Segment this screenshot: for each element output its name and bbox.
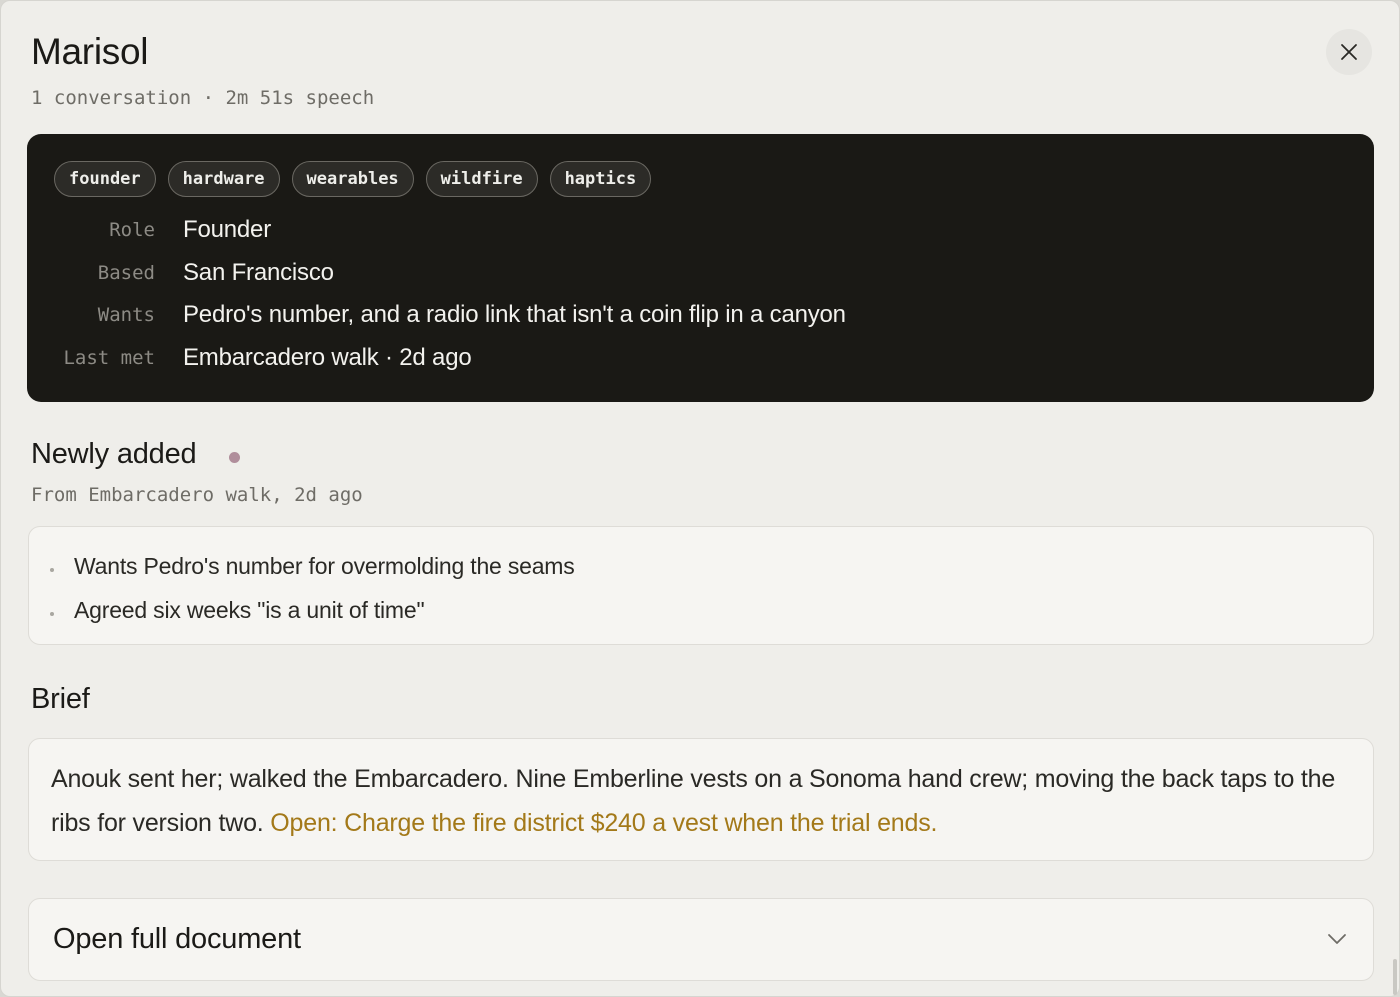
tag[interactable]: founder [54, 161, 156, 197]
field-last-met: Last met Embarcadero walk · 2d ago [27, 342, 1327, 385]
open-full-document-button[interactable]: Open full document [28, 898, 1374, 981]
newly-added-title: Newly added [31, 438, 197, 470]
newly-added-source: From Embarcadero walk, 2d ago [31, 484, 363, 506]
brief-open-item: Open: Charge the fire district $240 a ve… [270, 809, 938, 837]
tag[interactable]: wearables [291, 161, 414, 197]
contact-name: Marisol [31, 31, 149, 72]
field-label: Wants [97, 304, 155, 326]
contact-subtitle: 1 conversation · 2m 51s speech [31, 87, 375, 109]
list-item-text: Wants Pedro's number for overmolding the… [74, 553, 575, 579]
contact-panel: Marisol 1 conversation · 2m 51s speech f… [0, 0, 1400, 997]
field-label: Role [109, 219, 155, 241]
profile-card: founder hardware wearables wildfire hapt… [27, 134, 1374, 402]
field-based: Based San Francisco [27, 257, 1327, 300]
tag[interactable]: haptics [549, 161, 652, 197]
field-label: Based [97, 261, 155, 284]
close-button[interactable] [1326, 29, 1372, 75]
tag[interactable]: wildfire [425, 161, 538, 197]
field-wants: Wants Pedro's number, and a radio link t… [27, 299, 1327, 342]
chevron-down-icon [1328, 934, 1346, 944]
tag[interactable]: hardware [167, 161, 280, 197]
brief-title: Brief [31, 683, 90, 715]
scrollbar[interactable] [1393, 959, 1397, 995]
new-indicator-dot [229, 452, 240, 463]
field-value: Embarcadero walk · 2d ago [183, 343, 472, 371]
newly-added-card: Wants Pedro's number for overmolding the… [28, 526, 1374, 645]
brief-card: Anouk sent her; walked the Embarcadero. … [28, 738, 1374, 861]
list-item-text: Agreed six weeks "is a unit of time" [74, 597, 425, 623]
open-full-document-label: Open full document [53, 923, 301, 955]
tag-list: founder hardware wearables wildfire hapt… [54, 161, 663, 197]
bullet-icon [50, 568, 54, 572]
field-value: Founder [183, 216, 271, 243]
brief-text: Anouk sent her; walked the Embarcadero. … [51, 757, 1351, 845]
profile-fields: Role Founder Based San Francisco Wants P… [27, 214, 1327, 384]
field-value: Pedro's number, and a radio link that is… [183, 301, 846, 328]
field-value: San Francisco [183, 258, 334, 286]
field-label: Last met [63, 346, 155, 369]
bullet-icon [50, 612, 54, 616]
close-icon [1341, 44, 1357, 60]
field-role: Role Founder [27, 214, 1327, 257]
